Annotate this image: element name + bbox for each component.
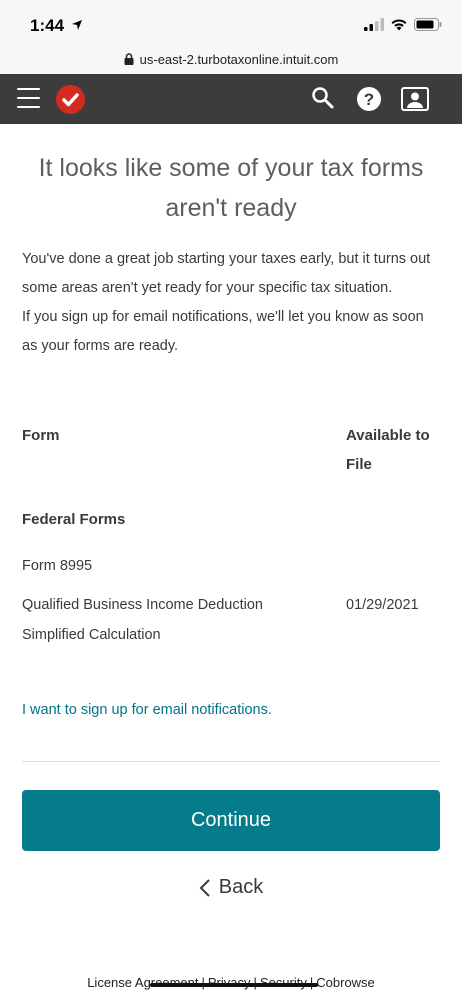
checkmark-icon (62, 93, 79, 107)
section-heading-federal: Federal Forms (22, 511, 126, 528)
lock-icon (124, 53, 134, 65)
browser-url-bar[interactable]: us-east-2.turbotaxonline.intuit.com (0, 44, 462, 74)
search-icon[interactable] (311, 86, 335, 110)
url-text: us-east-2.turbotaxonline.intuit.com (139, 51, 339, 67)
location-arrow-icon (71, 20, 82, 30)
back-button[interactable]: Back (0, 876, 462, 899)
intro-paragraph-1: You've done a great job starting your ta… (22, 251, 431, 296)
battery-icon (414, 18, 442, 31)
svg-text:?: ? (364, 90, 374, 109)
menu-icon[interactable] (17, 88, 40, 110)
divider (22, 761, 440, 762)
chevron-left-icon (199, 878, 210, 897)
form-number: Form 8995 (22, 558, 93, 574)
available-date: 01/29/2021 (346, 597, 419, 613)
wifi-icon (391, 19, 407, 31)
form-name: Qualified Business Income Deduction Simp… (22, 597, 263, 643)
profile-card-icon[interactable] (401, 87, 429, 111)
help-icon[interactable]: ? (356, 86, 382, 112)
cellular-signal-icon (364, 18, 384, 31)
column-header-available: Available to File (346, 427, 430, 473)
page-title: It looks like some of your tax forms are… (38, 154, 424, 222)
turbotax-check-logo[interactable] (56, 85, 85, 114)
intro-paragraph-2: If you sign up for email notifications, … (22, 309, 424, 354)
app-header: ? (0, 74, 462, 124)
continue-button[interactable]: Continue (22, 790, 440, 851)
email-notifications-link[interactable]: I want to sign up for email notification… (22, 697, 272, 723)
intro-text: You've done a great job starting your ta… (22, 245, 442, 361)
column-header-form: Form (22, 427, 60, 444)
footer-link-cobrowse[interactable]: Cobrowse (316, 975, 375, 990)
back-label: Back (218, 876, 264, 898)
status-bar: 1:44 (0, 0, 462, 44)
status-indicators (364, 18, 442, 31)
status-time: 1:44 (30, 16, 83, 36)
clock-text: 1:44 (30, 16, 65, 35)
redaction-scribble (150, 983, 318, 987)
